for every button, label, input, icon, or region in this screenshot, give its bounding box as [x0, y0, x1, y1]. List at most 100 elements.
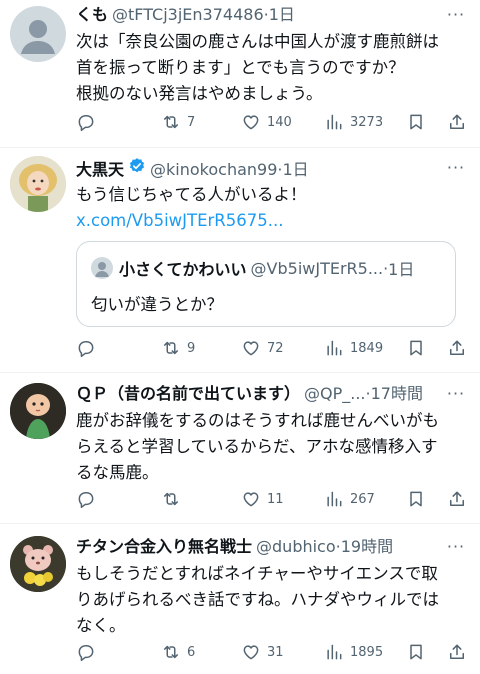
quoted-tweet[interactable]: 小さくてかわいい @Vb5iwJTErR5... · 1日 匂いが違うとか？	[76, 241, 456, 327]
quoted-tweet-text: 匂いが違うとか？	[91, 295, 223, 314]
views-icon	[324, 642, 344, 662]
quoted-avatar[interactable]	[91, 257, 113, 279]
avatar-default[interactable]	[10, 6, 66, 62]
timestamp[interactable]: 1日	[269, 4, 295, 26]
author-name[interactable]: チタン合金入り無名戦士	[76, 536, 252, 558]
retweet-button[interactable]	[161, 487, 187, 511]
tweet-text-line: 次は「奈良公園の鹿さんは中国人が渡す鹿煎餅は	[76, 32, 439, 51]
tweet-header: チタン合金入り無名戦士 @dubhico · 19時間	[76, 536, 468, 558]
bookmark-icon	[406, 112, 426, 132]
like-button[interactable]: 31	[241, 640, 284, 664]
quoted-timestamp[interactable]: 1日	[388, 256, 414, 280]
tweet-text-line: なく。	[76, 616, 126, 635]
views-icon	[324, 489, 344, 509]
tweet-text-line: もう信じちゃてる人がいるよ！	[76, 185, 307, 204]
tweet-header: くも @tFTCj3jEn374486 · 1日	[76, 4, 468, 26]
more-options-icon[interactable]: ···	[444, 383, 468, 405]
timestamp[interactable]: 19時間	[341, 536, 393, 558]
bookmark-button[interactable]	[406, 487, 426, 511]
share-button[interactable]	[447, 336, 467, 360]
retweet-button[interactable]: 6	[161, 640, 195, 664]
share-button[interactable]	[447, 110, 467, 134]
author-handle[interactable]: @dubhico	[256, 536, 336, 558]
view-count: 1849	[350, 340, 384, 356]
views-icon	[324, 338, 344, 358]
views-button[interactable]: 3273	[324, 110, 383, 134]
default-user-icon	[21, 20, 55, 54]
quoted-tweet-header: 小さくてかわいい @Vb5iwJTErR5... · 1日	[91, 256, 445, 280]
reply-icon	[76, 338, 96, 358]
avatar-kewpie[interactable]	[10, 383, 66, 439]
view-count: 267	[350, 491, 375, 507]
tweet-header: ＱＰ（昔の名前で出ています） @QP_... · 17時間	[76, 383, 468, 405]
reply-button[interactable]	[76, 336, 102, 360]
avatar-doll[interactable]	[10, 156, 66, 212]
tweet-text: 次は「奈良公園の鹿さんは中国人が渡す鹿煎餅は 首を振って断ります」とでも言うので…	[76, 29, 468, 107]
tweet-4[interactable]: チタン合金入り無名戦士 @dubhico · 19時間 ··· もしそうだとすれ…	[0, 524, 480, 674]
author-handle[interactable]: @QP_...	[304, 383, 366, 405]
tweet-link[interactable]: x.com/Vb5iwJTErR5675...	[76, 208, 468, 234]
retweet-icon	[161, 338, 181, 358]
view-count: 1895	[350, 644, 384, 660]
timestamp[interactable]: 17時間	[371, 383, 423, 405]
heart-icon	[241, 338, 261, 358]
retweet-icon	[161, 112, 181, 132]
share-icon	[447, 338, 467, 358]
quoted-author-handle[interactable]: @Vb5iwJTErR5...	[251, 259, 384, 278]
views-button[interactable]: 267	[324, 487, 375, 511]
tweet-text-line: らえると学習しているからだ、アホな感情移入す	[76, 437, 438, 456]
action-bar: 6 31 1895	[0, 640, 480, 664]
default-user-icon	[95, 262, 109, 277]
author-name[interactable]: くも	[76, 4, 108, 26]
like-button[interactable]: 140	[241, 110, 292, 134]
retweet-button[interactable]: 7	[161, 110, 195, 134]
retweet-icon	[161, 489, 181, 509]
more-options-icon[interactable]: ···	[444, 4, 468, 26]
bookmark-button[interactable]	[406, 336, 426, 360]
tweet-text-line: 鹿がお辞儀をするのはそうすれば鹿せんべいがも	[76, 411, 439, 430]
share-icon	[447, 642, 467, 662]
retweet-count: 9	[187, 340, 196, 356]
tweet-text: もう信じちゃてる人がいるよ！	[76, 182, 468, 208]
reply-icon	[76, 112, 96, 132]
tweet-2[interactable]: 大黒天 @kinokochan99 · 1日 ··· もう信じちゃてる人がいるよ…	[0, 148, 480, 373]
share-icon	[447, 489, 467, 509]
like-button[interactable]: 11	[241, 487, 284, 511]
action-bar: 7 140 3273	[0, 110, 480, 134]
reply-button[interactable]	[76, 110, 102, 134]
views-button[interactable]: 1895	[324, 640, 383, 664]
reply-button[interactable]	[76, 487, 102, 511]
views-button[interactable]: 1849	[324, 336, 383, 360]
action-bar: 11 267	[0, 487, 480, 511]
action-bar: 9 72 1849	[0, 336, 480, 360]
tweet-text-line: 根拠のない発言はやめましょう。	[76, 84, 323, 103]
author-name[interactable]: 大黒天	[76, 159, 124, 179]
share-button[interactable]	[447, 487, 467, 511]
tweet-text: もしそうだとすればネイチャーやサイエンスで取 りあげられるべき話ですね。ハナダや…	[76, 561, 468, 639]
share-icon	[447, 112, 467, 132]
kewpie-avatar-icon	[10, 383, 66, 439]
author-name[interactable]: ＱＰ（昔の名前で出ています）	[76, 383, 300, 405]
bookmark-icon	[406, 338, 426, 358]
bookmark-button[interactable]	[406, 640, 426, 664]
tweet-3[interactable]: ＱＰ（昔の名前で出ています） @QP_... · 17時間 ··· 鹿がお辞儀を…	[0, 373, 480, 523]
quoted-author-name[interactable]: 小さくてかわいい	[119, 256, 247, 280]
reply-icon	[76, 642, 96, 662]
reply-button[interactable]	[76, 640, 102, 664]
timestamp[interactable]: 1日	[282, 159, 308, 179]
avatar-bear[interactable]	[10, 536, 66, 592]
tweet-text: 鹿がお辞儀をするのはそうすれば鹿せんべいがも らえると学習しているからだ、アホな…	[76, 408, 468, 486]
retweet-count: 6	[187, 644, 196, 660]
bookmark-button[interactable]	[406, 110, 426, 134]
verified-badge-icon	[129, 158, 145, 173]
bookmark-icon	[406, 489, 426, 509]
tweet-1[interactable]: くも @tFTCj3jEn374486 · 1日 ··· 次は「奈良公園の鹿さん…	[0, 0, 480, 148]
more-options-icon[interactable]: ···	[444, 157, 468, 179]
tweet-header: 大黒天 @kinokochan99 · 1日	[76, 157, 468, 179]
like-button[interactable]: 72	[241, 336, 284, 360]
share-button[interactable]	[447, 640, 467, 664]
retweet-button[interactable]: 9	[161, 336, 195, 360]
author-handle[interactable]: @kinokochan99	[150, 159, 277, 179]
more-options-icon[interactable]: ···	[444, 536, 468, 558]
author-handle[interactable]: @tFTCj3jEn374486	[112, 4, 264, 26]
